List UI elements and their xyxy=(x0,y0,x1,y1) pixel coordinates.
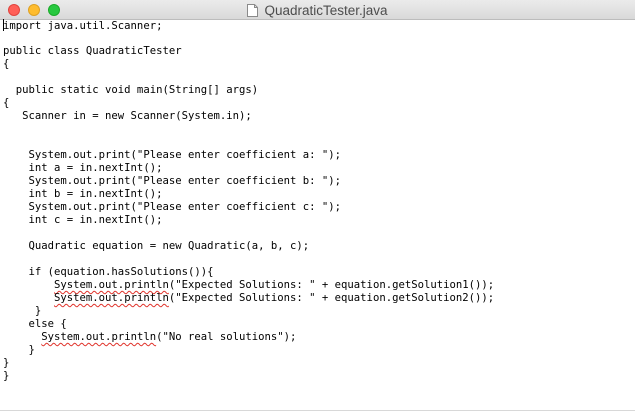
code-line[interactable]: System.out.print("Please enter coefficie… xyxy=(3,175,631,188)
spelling-error-underline: System.out.println xyxy=(54,292,169,304)
code-line[interactable]: else { xyxy=(3,318,631,331)
code-line[interactable] xyxy=(3,253,631,266)
code-line[interactable] xyxy=(3,123,631,136)
text-editor-window: QuadraticTester.java import java.util.Sc… xyxy=(0,0,635,411)
title-group: QuadraticTester.java xyxy=(0,0,635,20)
spelling-error-underline: System.out.println xyxy=(41,331,157,343)
code-line[interactable]: public class QuadraticTester xyxy=(3,45,631,58)
code-line[interactable]: } xyxy=(3,305,631,318)
code-line[interactable] xyxy=(3,71,631,84)
code-line[interactable]: } xyxy=(3,370,631,383)
code-line[interactable]: System.out.print("Please enter coefficie… xyxy=(3,201,631,214)
code-line[interactable]: System.out.println("No real solutions"); xyxy=(3,331,631,344)
code-line[interactable] xyxy=(3,32,631,45)
title-bar[interactable]: QuadraticTester.java xyxy=(0,0,635,20)
code-line[interactable] xyxy=(3,227,631,240)
code-line[interactable] xyxy=(3,136,631,149)
code-text[interactable]: import java.util.Scanner; public class Q… xyxy=(3,19,631,383)
code-line[interactable]: int b = in.nextInt(); xyxy=(3,188,631,201)
code-line[interactable]: { xyxy=(3,97,631,110)
window-title: QuadraticTester.java xyxy=(264,2,388,18)
code-line[interactable]: Scanner in = new Scanner(System.in); xyxy=(3,110,631,123)
code-line[interactable]: public static void main(String[] args) xyxy=(3,84,631,97)
code-line[interactable]: System.out.println("Expected Solutions: … xyxy=(3,279,631,292)
code-editor[interactable]: import java.util.Scanner; public class Q… xyxy=(3,19,631,409)
code-line[interactable]: Quadratic equation = new Quadratic(a, b,… xyxy=(3,240,631,253)
spelling-error-underline: System.out.println xyxy=(54,279,169,291)
code-line[interactable]: } xyxy=(3,357,631,370)
code-line[interactable]: int c = in.nextInt(); xyxy=(3,214,631,227)
document-icon xyxy=(247,3,259,17)
code-line[interactable]: System.out.print("Please enter coefficie… xyxy=(3,149,631,162)
code-line[interactable]: if (equation.hasSolutions()){ xyxy=(3,266,631,279)
code-line[interactable]: } xyxy=(3,344,631,357)
code-line[interactable]: System.out.println("Expected Solutions: … xyxy=(3,292,631,305)
code-line[interactable]: int a = in.nextInt(); xyxy=(3,162,631,175)
code-line[interactable]: { xyxy=(3,58,631,71)
text-cursor xyxy=(3,19,4,31)
code-line[interactable]: import java.util.Scanner; xyxy=(3,19,631,32)
